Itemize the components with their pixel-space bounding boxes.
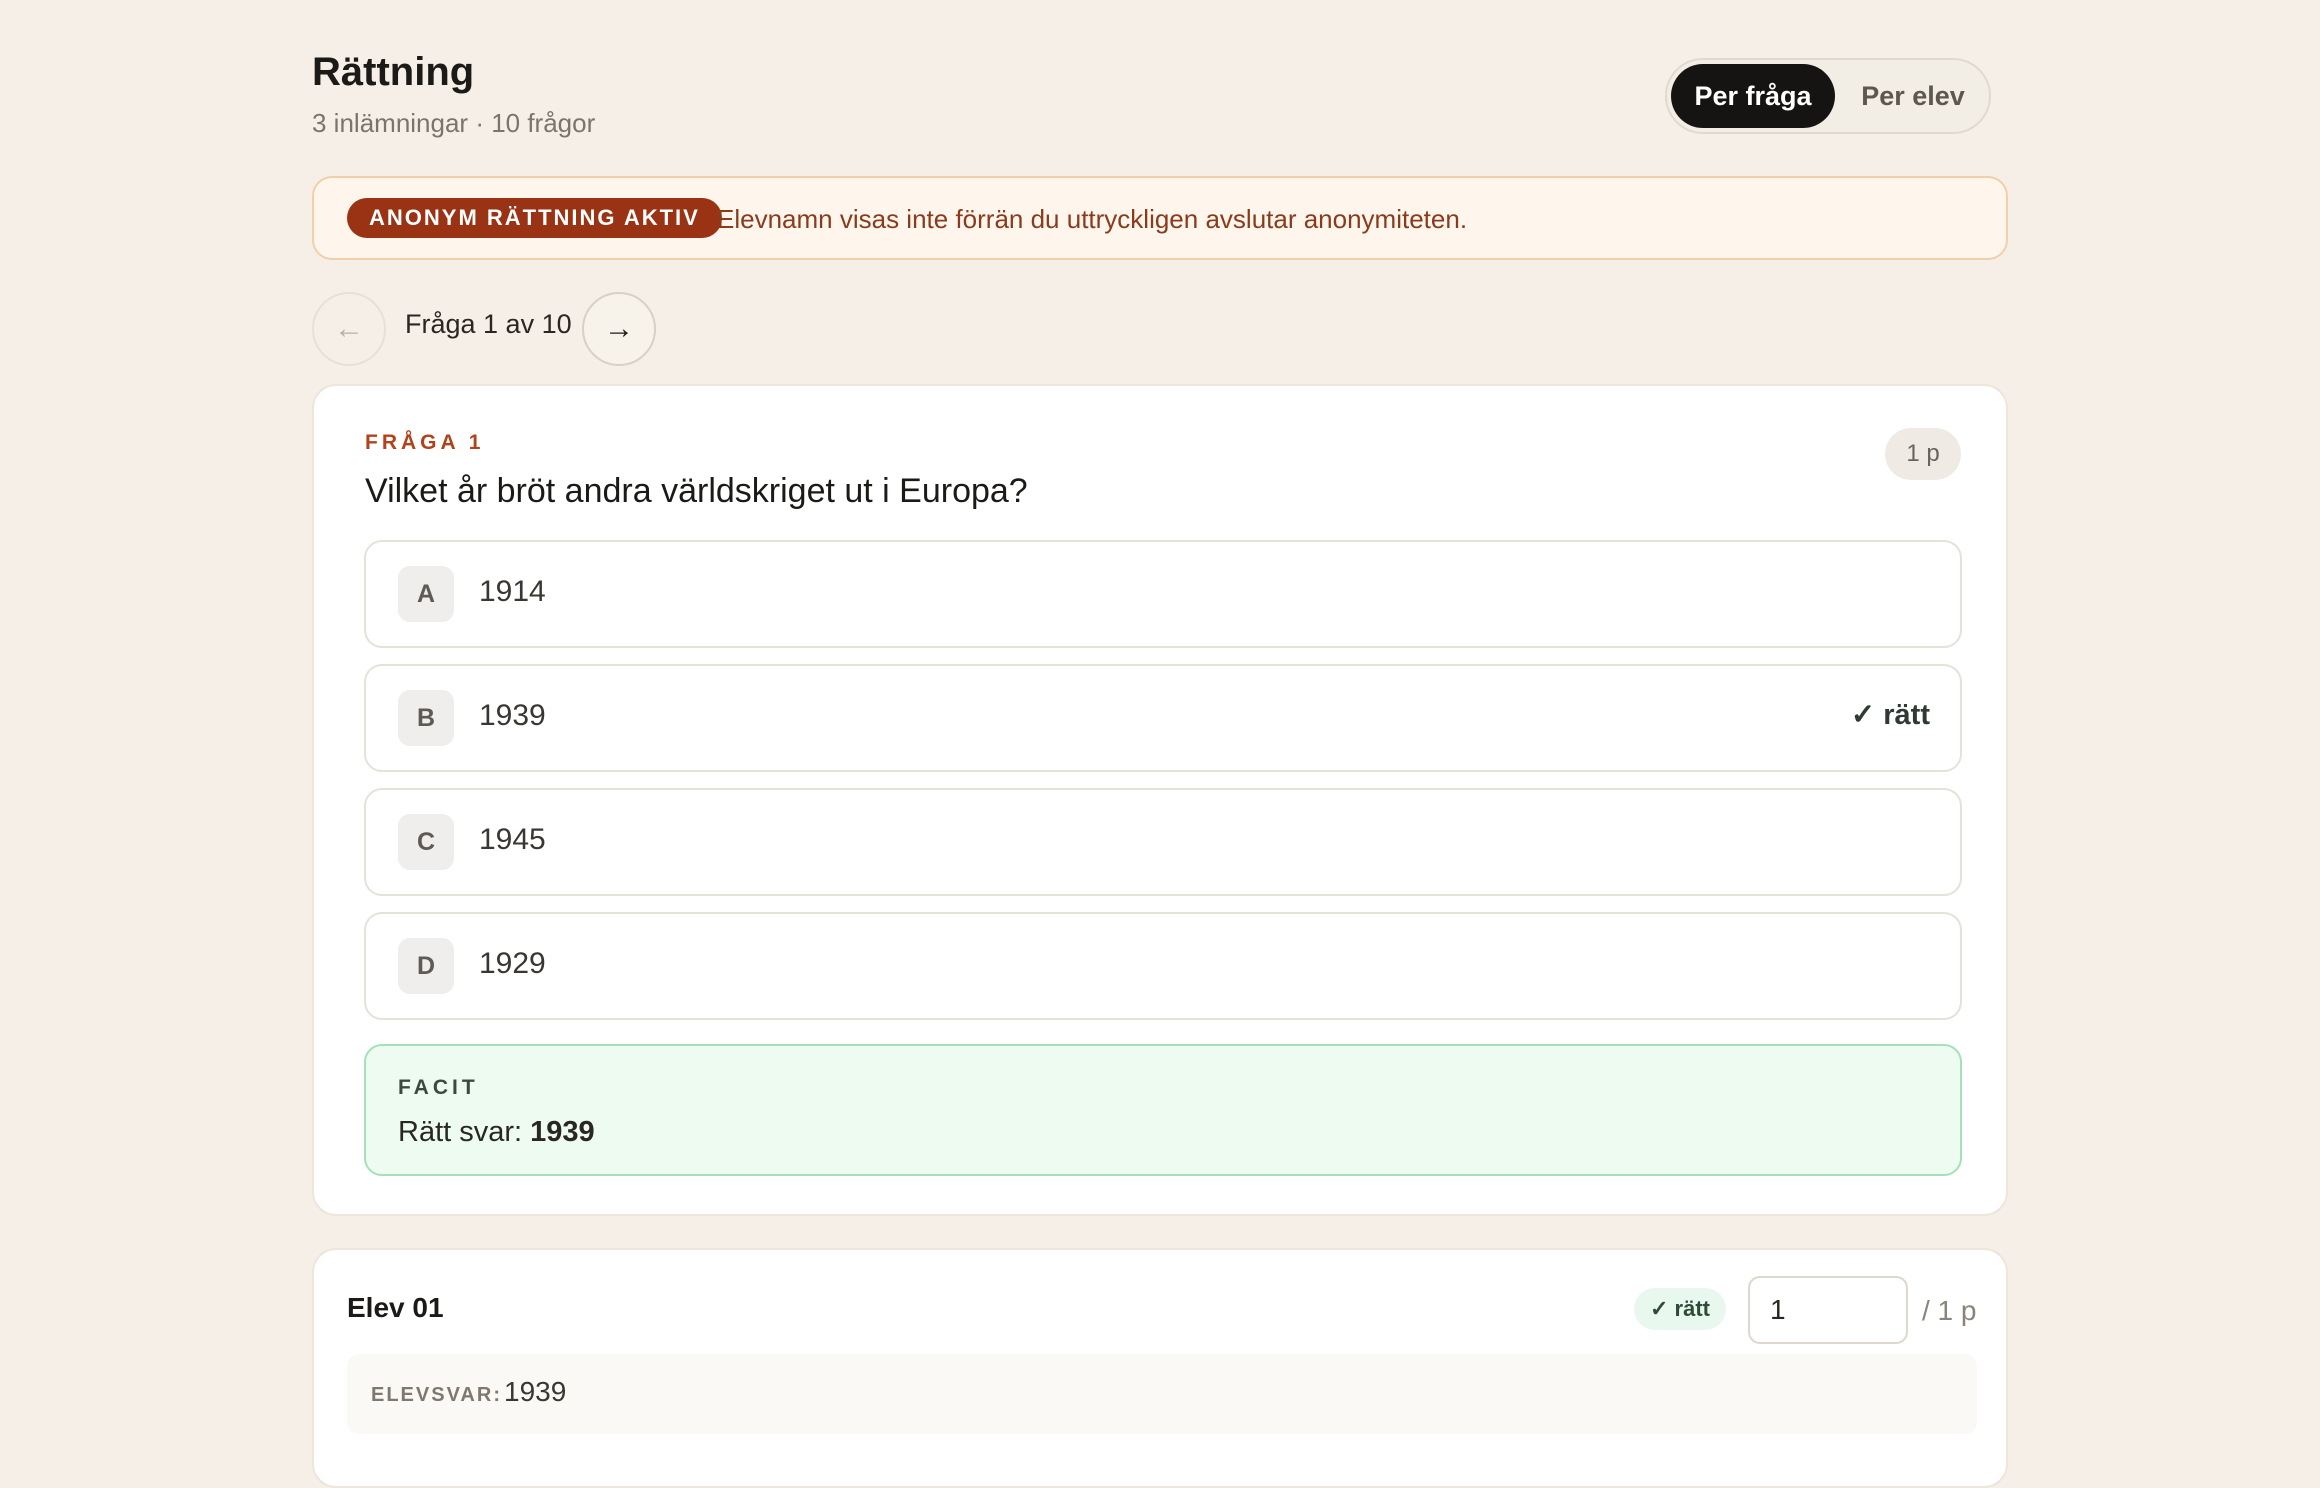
option-letter: B bbox=[398, 690, 454, 746]
page-subtitle: 3 inlämningar · 10 frågor bbox=[312, 108, 596, 138]
answer-key-prefix: Rätt svar: bbox=[398, 1116, 523, 1148]
next-question-button[interactable]: → bbox=[582, 292, 656, 366]
option-letter: C bbox=[398, 814, 454, 870]
question-points: 1 p bbox=[1885, 428, 1961, 480]
student-status-badge: ✓ rätt bbox=[1634, 1288, 1726, 1330]
option-value: 1914 bbox=[479, 575, 546, 608]
previous-question-button[interactable]: ← bbox=[312, 292, 386, 366]
question-text: Vilket år bröt andra världskriget ut i E… bbox=[365, 472, 1028, 510]
arrow-right-icon: → bbox=[604, 312, 634, 345]
question-card: FRÅGA 1 Vilket år bröt andra världskrige… bbox=[312, 384, 2008, 1216]
answer-key-value: 1939 bbox=[530, 1116, 595, 1148]
max-points: / 1 p bbox=[1922, 1295, 1977, 1326]
page-title: Rättning bbox=[312, 50, 475, 94]
student-answer-label: ELEVSVAR: bbox=[371, 1384, 502, 1406]
answer-key-label: FACIT bbox=[398, 1076, 479, 1099]
option-d[interactable]: D 1929 bbox=[364, 912, 1962, 1020]
student-name: Elev 01 bbox=[347, 1292, 444, 1323]
option-value: 1939 bbox=[479, 699, 546, 732]
option-letter: D bbox=[398, 938, 454, 994]
option-b[interactable]: B 1939 ✓ rätt bbox=[364, 664, 1962, 772]
grading-page: Rättning 3 inlämningar · 10 frågor Per f… bbox=[0, 0, 2320, 1488]
question-number: FRÅGA 1 bbox=[365, 431, 485, 454]
anonymous-banner: ANONYM RÄTTNING AKTIV Elevnamn visas int… bbox=[312, 176, 2008, 260]
option-c[interactable]: C 1945 bbox=[364, 788, 1962, 896]
option-a[interactable]: A 1914 bbox=[364, 540, 1962, 648]
option-value: 1929 bbox=[479, 947, 546, 980]
anonymous-badge: ANONYM RÄTTNING AKTIV bbox=[347, 198, 722, 238]
option-letter: A bbox=[398, 566, 454, 622]
question-counter: Fråga 1 av 10 bbox=[405, 309, 572, 339]
option-value: 1945 bbox=[479, 823, 546, 856]
anonymous-banner-text: Elevnamn visas inte förrän du uttrycklig… bbox=[717, 204, 1468, 234]
view-toggle: Per fråga Per elev bbox=[1665, 58, 1991, 134]
per-question-tab[interactable]: Per fråga bbox=[1671, 64, 1835, 128]
correct-mark: ✓ rätt bbox=[1850, 699, 1930, 731]
answer-key-text: Rätt svar: 1939 bbox=[398, 1116, 595, 1149]
student-answer: ELEVSVAR: 1939 bbox=[347, 1354, 1977, 1434]
per-student-tab[interactable]: Per elev bbox=[1843, 64, 1983, 128]
arrow-left-icon: ← bbox=[334, 312, 364, 345]
student-card: Elev 01 ✓ rätt / 1 p ELEVSVAR: 1939 bbox=[312, 1248, 2008, 1488]
score-input[interactable] bbox=[1748, 1276, 1908, 1344]
answer-key: FACIT Rätt svar: 1939 bbox=[364, 1044, 1962, 1176]
student-answer-value: 1939 bbox=[504, 1376, 567, 1407]
